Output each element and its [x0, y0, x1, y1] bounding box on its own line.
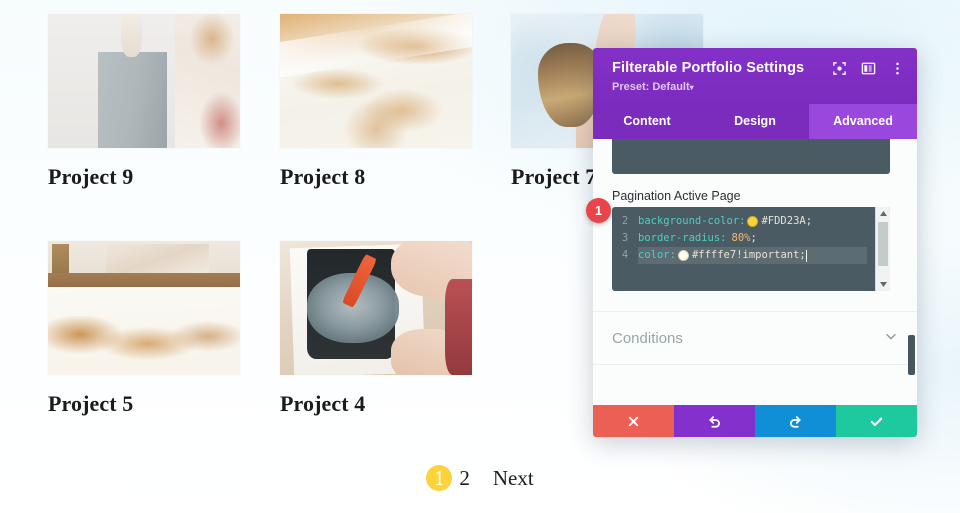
project-title: Project 4 [280, 391, 366, 416]
project-thumbnail-9[interactable] [48, 14, 240, 148]
preset-selector[interactable]: Preset: Default▾ [612, 80, 903, 95]
annotation-marker-1: 1 [586, 198, 611, 223]
portfolio-item[interactable]: Project 8 [280, 14, 472, 190]
css-semicolon: ; [805, 215, 813, 227]
code-editor-scrollbar[interactable] [875, 207, 890, 291]
css-property: background-color: [638, 215, 746, 227]
preset-label: Preset: Default [612, 81, 690, 93]
previous-code-field[interactable] [612, 139, 890, 174]
css-value: #FDD23A [761, 215, 806, 227]
modal-body: Pagination Active Page 2 background-colo… [593, 139, 917, 405]
pagination-page-1[interactable]: 1 [426, 465, 453, 491]
tab-design[interactable]: Design [701, 104, 809, 139]
pagination-page-2[interactable]: 2 [452, 463, 477, 493]
project-title: Project 9 [48, 164, 134, 189]
line-number: 3 [621, 232, 629, 244]
code-line: 2 background-color: #FDD23A; [612, 213, 890, 230]
code-line: 3 border-radius: 80%; [612, 230, 890, 247]
portfolio-item[interactable]: Project 4 [280, 241, 472, 417]
line-number: 4 [621, 249, 629, 261]
conditions-section[interactable]: Conditions [593, 311, 917, 365]
css-value: #ffffe7!important [691, 249, 800, 261]
css-property: border-radius: [638, 232, 727, 244]
undo-button[interactable] [674, 405, 755, 437]
cancel-button[interactable] [593, 405, 674, 437]
project-thumbnail-4[interactable] [280, 241, 472, 375]
modal-footer [593, 405, 917, 437]
portfolio-item[interactable]: Project 9 [48, 14, 240, 190]
chevron-down-icon[interactable] [884, 329, 898, 348]
color-swatch-icon [747, 216, 759, 227]
project-title: Project 5 [48, 391, 134, 416]
pagination-next-link[interactable]: Next [493, 466, 534, 491]
css-property: color: [638, 249, 676, 261]
css-semicolon: ; [750, 232, 757, 244]
scroll-up-arrow-icon[interactable] [876, 207, 890, 220]
field-label-pagination-active-page: Pagination Active Page [612, 189, 741, 203]
scroll-down-arrow-icon[interactable] [876, 278, 890, 291]
preset-caret-icon: ▾ [689, 83, 694, 92]
css-value: 80% [731, 232, 751, 244]
conditions-label: Conditions [612, 329, 683, 347]
tab-advanced[interactable]: Advanced [809, 104, 917, 139]
tab-content[interactable]: Content [593, 104, 701, 139]
redo-button[interactable] [755, 405, 836, 437]
portfolio-item[interactable]: Project 5 [48, 241, 240, 417]
project-thumbnail-5[interactable] [48, 241, 240, 375]
color-swatch-icon [677, 250, 689, 261]
filterable-portfolio-settings-modal: Filterable Portfolio Settings Preset: De… [593, 48, 917, 437]
modal-header: Filterable Portfolio Settings Preset: De… [593, 48, 917, 104]
code-line: 4 color: #ffffe7!important; [612, 247, 890, 264]
line-number: 2 [621, 215, 629, 227]
text-cursor [805, 249, 807, 262]
layout-columns-icon[interactable] [861, 61, 876, 76]
project-title: Project 8 [280, 164, 366, 189]
more-vertical-icon[interactable] [890, 61, 905, 76]
focus-icon[interactable] [832, 61, 847, 76]
css-code-editor[interactable]: 2 background-color: #FDD23A; 3 border-ra… [612, 207, 890, 291]
modal-tabs: Content Design Advanced [593, 104, 917, 139]
save-button[interactable] [836, 405, 917, 437]
scrollbar-thumb[interactable] [878, 222, 888, 266]
modal-header-icons [832, 61, 905, 76]
modal-scrollbar-thumb[interactable] [908, 335, 915, 375]
pagination: 1 2 Next [0, 463, 960, 493]
project-thumbnail-8[interactable] [280, 14, 472, 148]
